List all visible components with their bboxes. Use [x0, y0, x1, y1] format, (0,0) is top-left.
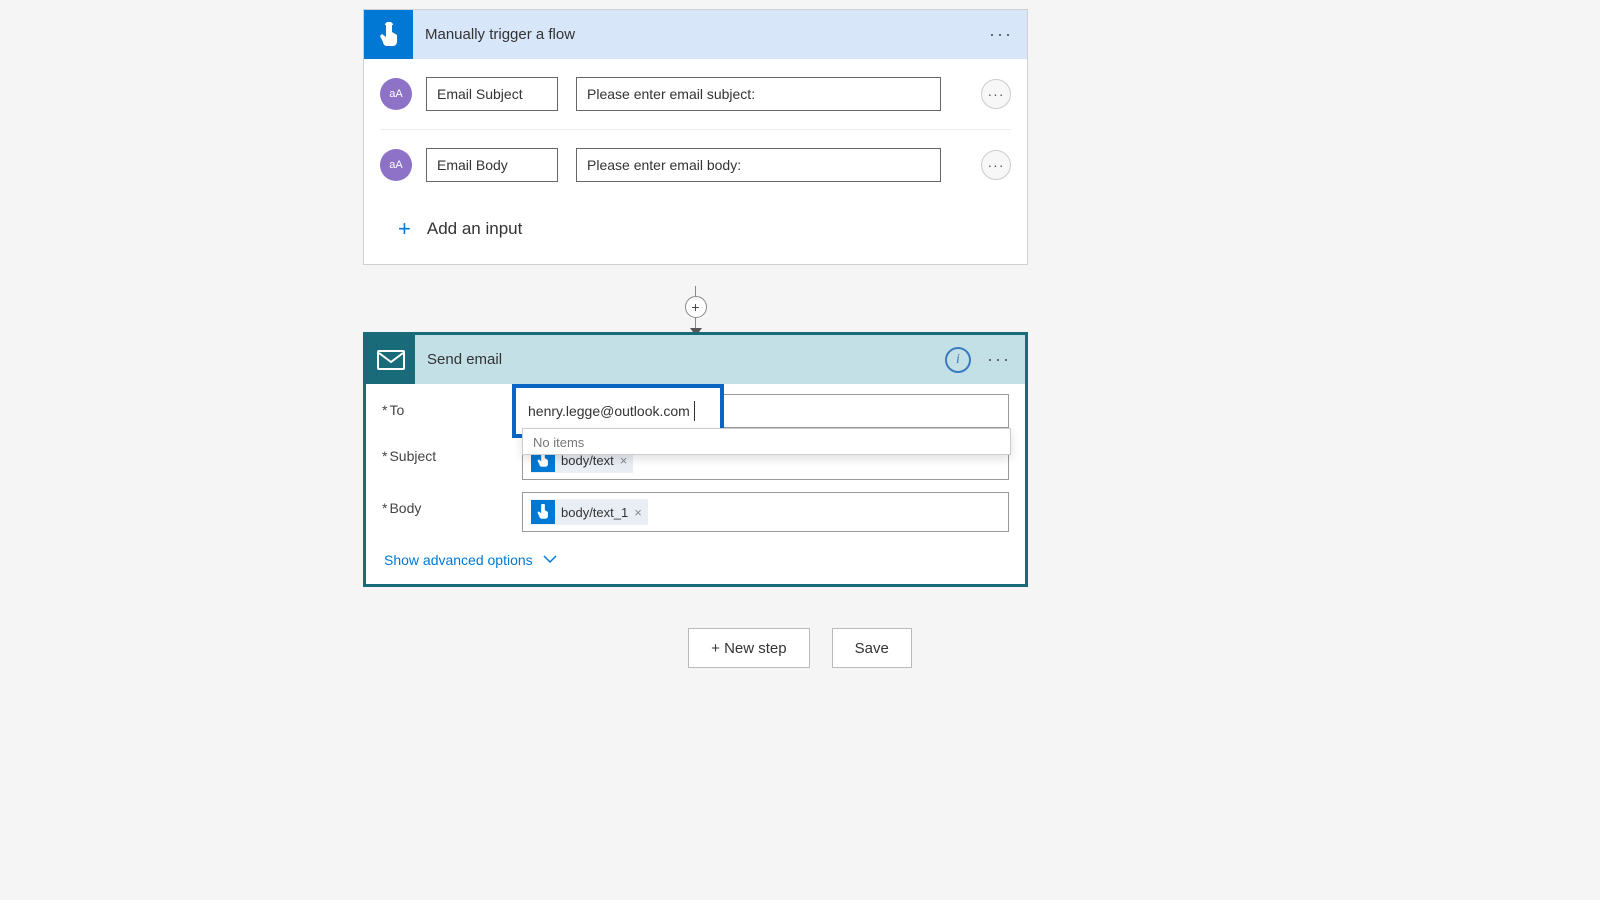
info-button[interactable]: i — [945, 347, 971, 373]
body-token-label: body/text_1 — [561, 505, 628, 520]
dropdown-no-items: No items — [533, 435, 584, 450]
manual-trigger-icon — [364, 10, 413, 59]
input-row-more-1[interactable]: ··· — [981, 150, 1011, 180]
token-trigger-icon — [531, 500, 555, 524]
input-row-more-0[interactable]: ··· — [981, 79, 1011, 109]
text-type-icon: aA — [380, 149, 412, 181]
body-token-remove[interactable]: × — [634, 505, 642, 520]
trigger-more-button[interactable]: ··· — [987, 21, 1015, 49]
input-prompt-0[interactable] — [576, 77, 941, 111]
trigger-card-header[interactable]: Manually trigger a flow ··· — [364, 10, 1027, 59]
body-field[interactable]: body/text_1 × — [522, 492, 1009, 532]
save-button[interactable]: Save — [832, 628, 912, 668]
show-advanced-options[interactable]: Show advanced options — [366, 542, 1025, 584]
chevron-down-icon — [543, 555, 557, 565]
footer-actions: + New step Save — [0, 628, 1600, 668]
trigger-title: Manually trigger a flow — [425, 26, 987, 43]
send-more-button[interactable]: ··· — [985, 346, 1013, 374]
trigger-input-row-0: aA ··· — [380, 59, 1011, 129]
body-label: *Body — [382, 492, 522, 516]
add-input-button[interactable]: + Add an input — [364, 200, 1027, 264]
subject-label: *Subject — [382, 440, 522, 464]
body-row: *Body body/text_1 × — [366, 486, 1025, 542]
input-prompt-1[interactable] — [576, 148, 941, 182]
to-label: *To — [382, 394, 522, 418]
trigger-card: Manually trigger a flow ··· aA ··· aA ··… — [363, 9, 1028, 265]
to-suggestions-dropdown[interactable]: No items — [522, 428, 1011, 455]
insert-step-button[interactable]: + — [685, 296, 707, 318]
step-connector: + — [695, 286, 696, 336]
text-type-icon: aA — [380, 78, 412, 110]
trigger-input-row-1: aA ··· — [380, 129, 1011, 200]
input-name-0[interactable] — [426, 77, 558, 111]
send-title: Send email — [427, 351, 945, 368]
send-card-header[interactable]: Send email i ··· — [366, 335, 1025, 384]
plus-icon: + — [398, 216, 411, 242]
mail-icon — [366, 335, 415, 384]
send-email-card: Send email i ··· *To henry.legge@outlook… — [363, 332, 1028, 587]
add-input-label: Add an input — [427, 219, 522, 239]
new-step-button[interactable]: + New step — [688, 628, 809, 668]
to-row: *To henry.legge@outlook.com — [366, 384, 1025, 434]
input-name-1[interactable] — [426, 148, 558, 182]
to-input-value: henry.legge@outlook.com — [528, 403, 690, 419]
body-token[interactable]: body/text_1 × — [531, 499, 648, 525]
to-field[interactable]: henry.legge@outlook.com — [522, 394, 1009, 428]
